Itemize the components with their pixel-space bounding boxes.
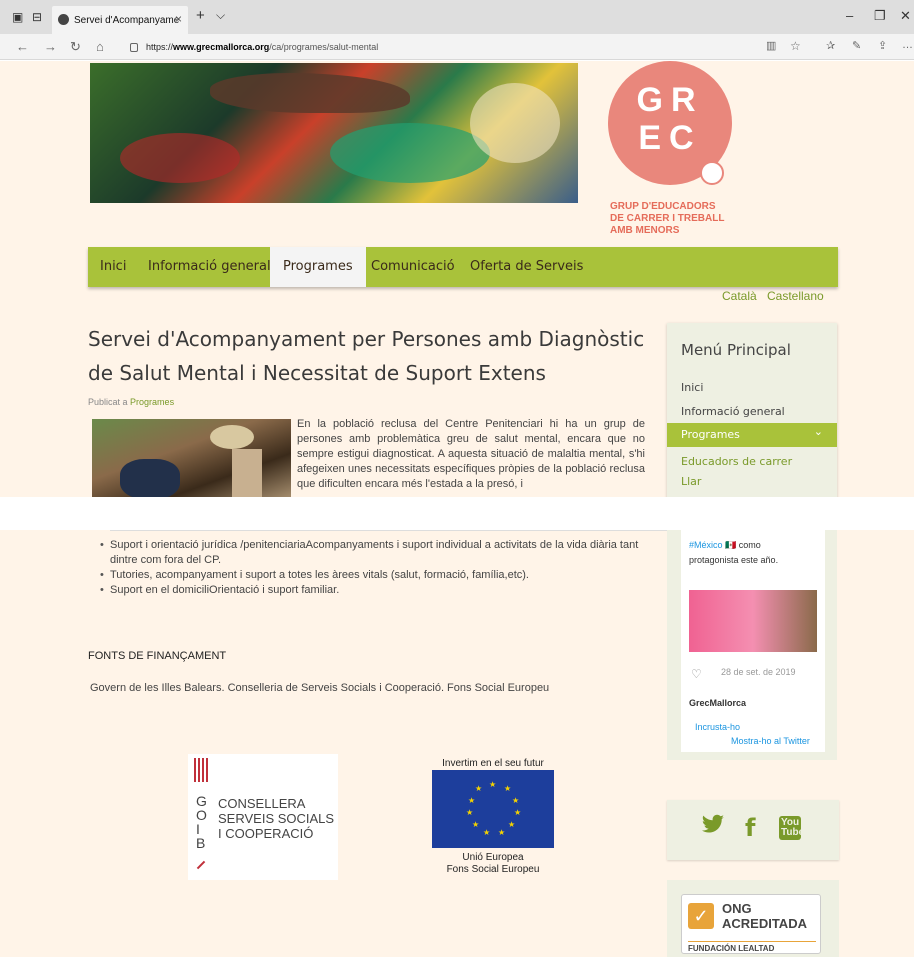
service-list: Suport i orientació jurídica /penitencia… bbox=[100, 538, 660, 598]
logo-line-1: GR bbox=[636, 81, 704, 119]
screenshot-gap bbox=[0, 497, 914, 530]
menu-item-inici[interactable]: Inici bbox=[100, 247, 126, 287]
tab-bar: ▣ ⊟ Servei d'Acompanyame × + ⌵ – ❐ ✕ bbox=[0, 0, 914, 34]
menu-item-oferta-de-serveis[interactable]: Oferta de Serveis bbox=[470, 247, 583, 287]
twitter-bird-icon[interactable] bbox=[701, 814, 725, 843]
ong-accreditation: ✓ ONG ACREDITADA FUNDACIÓN LEALTAD bbox=[667, 880, 839, 957]
favorite-star-icon[interactable]: ☆ bbox=[790, 39, 801, 53]
check-icon: ✓ bbox=[688, 903, 714, 929]
post-photo bbox=[92, 419, 291, 497]
post-title-line-1: Servei d'Acompanyament per Persones amb … bbox=[88, 327, 645, 351]
menu-item-comunicacio[interactable]: Comunicació bbox=[371, 247, 455, 287]
restore-icon[interactable]: ❐ bbox=[874, 8, 886, 24]
post-title-line-2: de Salut Mental i Necessitat de Suport E… bbox=[88, 361, 546, 385]
reading-view-icon[interactable]: ▥ bbox=[766, 39, 776, 52]
mexico-flag-icon: 🇲🇽 bbox=[725, 540, 737, 550]
lang-castellano-link[interactable]: Castellano bbox=[767, 289, 824, 303]
sidebar-item-informacio-general[interactable]: Informació general bbox=[681, 405, 785, 418]
refresh-icon[interactable]: ↻ bbox=[70, 39, 81, 55]
browser-tab[interactable]: Servei d'Acompanyame × bbox=[52, 6, 188, 34]
view-on-twitter-link[interactable]: Mostra-ho al Twitter bbox=[731, 736, 810, 746]
embed-link[interactable]: Incrusta-ho bbox=[695, 722, 740, 732]
address-bar: ← → ↻ ⌂ https://www.grecmallorca.org/ca/… bbox=[0, 34, 914, 60]
more-icon[interactable]: … bbox=[902, 39, 913, 51]
published-in: Publicat a Programes bbox=[88, 397, 174, 407]
twitter-widget: #México 🇲🇽 como protagonista este año. ♡… bbox=[667, 530, 837, 760]
ong-acreditada-badge[interactable]: ✓ ONG ACREDITADA FUNDACIÓN LEALTAD bbox=[681, 894, 821, 954]
site-favicon-icon bbox=[58, 14, 69, 25]
url-domain: www.grecmallorca.org bbox=[173, 42, 270, 52]
list-item: Suport en el domiciliOrientació i suport… bbox=[100, 583, 660, 598]
tweet-image[interactable] bbox=[689, 590, 817, 652]
lang-catala-link[interactable]: Català bbox=[722, 289, 757, 303]
sidebar-item-inici[interactable]: Inici bbox=[681, 381, 703, 394]
chevron-down-icon[interactable]: ⌄ bbox=[814, 420, 823, 444]
forward-icon[interactable]: → bbox=[44, 39, 57, 54]
notes-pen-icon[interactable]: ✎ bbox=[852, 39, 861, 52]
menu-item-programes[interactable]: Programes bbox=[270, 247, 366, 287]
header-painting-image bbox=[90, 63, 578, 203]
main-menu: Inici Informació general Programes Comun… bbox=[88, 247, 838, 287]
eu-caption-bottom: Unió Europea Fons Social Europeu bbox=[446, 852, 540, 875]
page-content-top: GR EC GRUP D'EDUCADORS DE CARRER I TREBA… bbox=[0, 61, 914, 497]
new-tab-icon[interactable]: + bbox=[196, 7, 205, 24]
published-prefix: Publicat a bbox=[88, 397, 128, 407]
sidebar-item-llar[interactable]: Llar bbox=[681, 475, 701, 488]
lock-icon bbox=[130, 42, 138, 52]
url-prefix: https:// bbox=[146, 42, 174, 52]
menu-item-informacio-general[interactable]: Informació general bbox=[148, 247, 271, 287]
logo-tagline-2: DE CARRER I TREBALL bbox=[610, 213, 725, 224]
funding-text: Govern de les Illes Balears. Conselleria… bbox=[90, 682, 550, 694]
facebook-icon[interactable]: f bbox=[745, 814, 755, 842]
logo-dot bbox=[700, 161, 724, 185]
tab-title: Servei d'Acompanyame bbox=[74, 14, 180, 26]
back-icon[interactable]: ← bbox=[16, 39, 29, 54]
tab-list-chevron-icon[interactable]: ⌵ bbox=[216, 8, 225, 23]
like-heart-icon[interactable]: ♡ bbox=[691, 667, 702, 681]
minimize-icon[interactable]: – bbox=[846, 8, 853, 23]
browser-window: ▣ ⊟ Servei d'Acompanyame × + ⌵ – ❐ ✕ ← →… bbox=[0, 0, 914, 957]
share-icon[interactable]: ⇪ bbox=[878, 39, 887, 52]
url-field[interactable]: https://www.grecmallorca.org/ca/programe… bbox=[130, 38, 820, 56]
url-path: /ca/programes/salut-mental bbox=[269, 42, 379, 52]
tweet-text-2: protagonista este año. bbox=[689, 555, 779, 565]
tweet-date[interactable]: 28 de set. de 2019 bbox=[721, 667, 796, 677]
tab-preview-icon[interactable]: ⊟ bbox=[32, 10, 42, 24]
list-item: Tutories, acompanyament i suport a totes… bbox=[100, 568, 660, 583]
goib-letters: G O I B bbox=[196, 793, 207, 851]
published-category-link[interactable]: Programes bbox=[130, 397, 174, 407]
sidebar-item-programes[interactable]: Programes ⌄ bbox=[667, 423, 837, 447]
twitter-timeline[interactable]: #México 🇲🇽 como protagonista este año. ♡… bbox=[681, 530, 825, 752]
tab-close-icon[interactable]: × bbox=[175, 12, 182, 26]
logo-tagline-1: GRUP D'EDUCADORS bbox=[610, 201, 716, 212]
list-item: Suport i orientació jurídica /penitencia… bbox=[100, 538, 660, 568]
ong-foundation: FUNDACIÓN LEALTAD bbox=[688, 941, 816, 953]
eu-logo: Invertim en el seu futur ★ ★ ★ ★ ★ ★ ★ ★… bbox=[432, 758, 554, 878]
funding-heading: FONTS DE FINANÇAMENT bbox=[88, 650, 227, 662]
goib-logo: G O I B CONSELLERA SERVEIS SOCIALS I COO… bbox=[188, 754, 338, 880]
eu-caption-top: Invertim en el seu futur bbox=[442, 758, 544, 769]
tab-actions-icon[interactable]: ▣ bbox=[12, 10, 23, 24]
logo-line-2: EC bbox=[638, 119, 702, 157]
sidebar-main-menu: Menú Principal Inici Informació general … bbox=[667, 323, 837, 497]
hashtag-link[interactable]: #México bbox=[689, 540, 723, 550]
post-body: En la població reclusa del Centre Penite… bbox=[297, 418, 645, 490]
sidebar-item-programes-label: Programes bbox=[681, 428, 740, 441]
goib-name: CONSELLERA SERVEIS SOCIALS I COOPERACIÓ bbox=[218, 796, 335, 841]
tweet-text-1: #México 🇲🇽 como bbox=[689, 540, 761, 550]
sidebar-title: Menú Principal bbox=[681, 341, 791, 359]
social-links: f You Tube bbox=[667, 800, 839, 860]
youtube-icon[interactable]: You Tube bbox=[779, 816, 804, 840]
sidebar-item-educadors-de-carrer[interactable]: Educadors de carrer bbox=[681, 455, 792, 468]
ong-title: ONG ACREDITADA bbox=[722, 901, 807, 931]
eu-flag-icon: ★ ★ ★ ★ ★ ★ ★ ★ ★ ★ ★ bbox=[432, 770, 554, 848]
logo-tagline-3: AMB MENORS bbox=[610, 225, 680, 236]
page-content-bottom: Suport i orientació jurídica /penitencia… bbox=[0, 530, 914, 957]
goib-flag-icon bbox=[194, 758, 210, 782]
favorites-hub-icon[interactable]: ✰ bbox=[826, 39, 835, 52]
close-window-icon[interactable]: ✕ bbox=[900, 8, 911, 24]
home-icon[interactable]: ⌂ bbox=[96, 39, 104, 54]
tweet-user[interactable]: GrecMallorca bbox=[689, 698, 746, 708]
